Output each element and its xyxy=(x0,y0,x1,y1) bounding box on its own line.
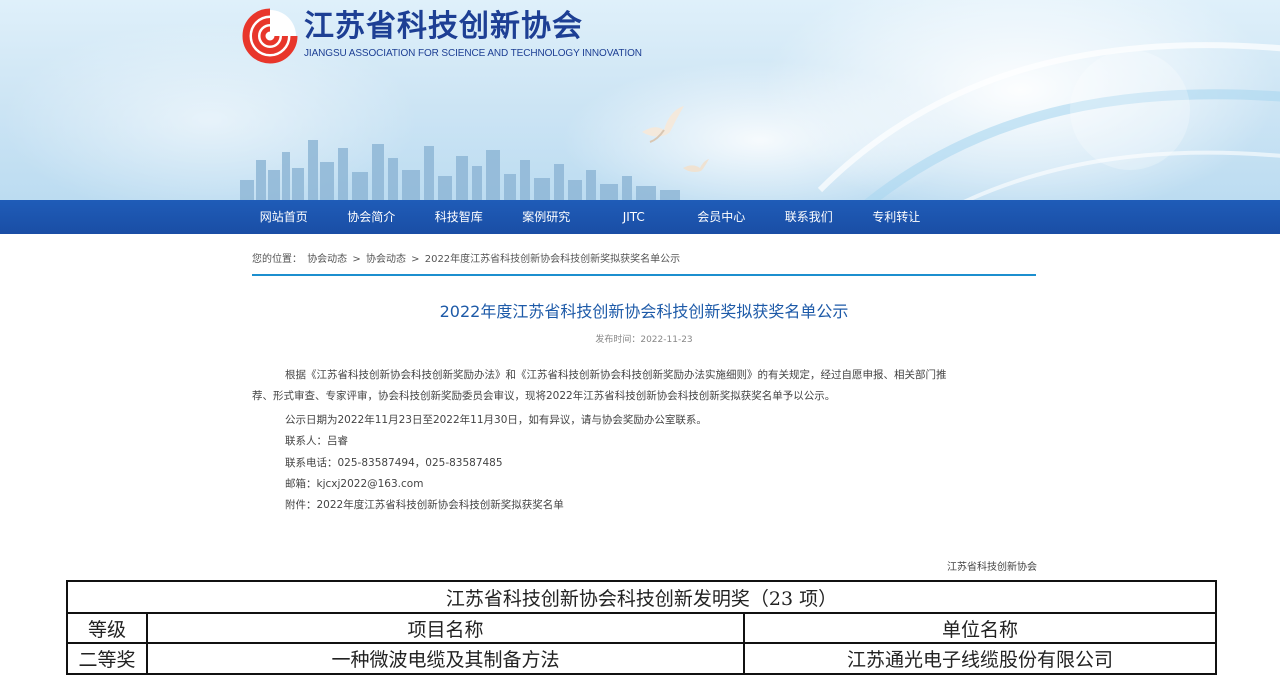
site-logo[interactable]: 江苏省科技创新协会 JIANGSU ASSOCIATION FOR SCIENC… xyxy=(242,8,642,64)
site-name-cn: 江苏省科技创新协会 xyxy=(304,9,583,44)
cell-grade: 二等奖 xyxy=(66,642,148,675)
attachment-link[interactable]: 附件：2022年度江苏省科技创新协会科技创新奖拟获奖名单 xyxy=(285,497,564,512)
nav-item-think-tank[interactable]: 科技智库 xyxy=(415,200,503,234)
cell-project: 一种微波电缆及其制备方法 xyxy=(146,642,745,675)
banner-swirl-decoration xyxy=(817,42,1280,200)
publish-date: 发布时间：2022-11-23 xyxy=(595,335,693,345)
city-skyline-graphic xyxy=(240,140,680,200)
nav-item-members[interactable]: 会员中心 xyxy=(678,200,766,234)
breadcrumb-prefix: 您的位置： xyxy=(252,254,302,265)
table-header-grade: 等级 xyxy=(66,612,148,644)
table-row: 二等奖 一种微波电缆及其制备方法 江苏通光电子线缆股份有限公司 xyxy=(66,642,1217,675)
header-banner: 江苏省科技创新协会 JIANGSU ASSOCIATION FOR SCIENC… xyxy=(0,0,1280,200)
main-nav: 网站首页 协会简介 科技智库 案例研究 JITC 会员中心 联系我们 专利转让 xyxy=(0,200,1280,234)
site-name-en: JIANGSU ASSOCIATION FOR SCIENCE AND TECH… xyxy=(304,48,642,59)
breadcrumb: 您的位置： 协会动态 > 协会动态 > 2022年度江苏省科技创新协会科技创新奖… xyxy=(252,250,682,265)
article-paragraph: 根据《江苏省科技创新协会科技创新奖励办法》和《江苏省科技创新协会科技创新奖励办法… xyxy=(252,365,1042,407)
award-table: 江苏省科技创新协会科技创新发明奖（23 项） 等级 项目名称 单位名称 二等奖 … xyxy=(66,580,1217,675)
breadcrumb-current[interactable]: 2022年度江苏省科技创新协会科技创新奖拟获奖名单公示 xyxy=(425,254,680,265)
nav-item-patent-transfer[interactable]: 专利转让 xyxy=(853,200,941,234)
article-signoff: 江苏省科技创新协会 xyxy=(947,562,1037,573)
notice-period: 公示日期为2022年11月23日至2022年11月30日，如有异议，请与协会奖励… xyxy=(285,414,707,426)
contact-email[interactable]: 邮箱：kjcxj2022@163.com xyxy=(285,476,423,491)
table-header-project: 项目名称 xyxy=(146,612,745,644)
nav-item-home[interactable]: 网站首页 xyxy=(240,200,328,234)
dove-icon xyxy=(642,106,684,143)
dove-icon xyxy=(683,159,709,172)
article-title: 2022年度江苏省科技创新协会科技创新奖拟获奖名单公示 xyxy=(439,302,849,321)
breadcrumb-separator: > xyxy=(352,254,361,265)
table-header-unit: 单位名称 xyxy=(743,612,1217,644)
paragraph-line: 根据《江苏省科技创新协会科技创新奖励办法》和《江苏省科技创新协会科技创新奖励办法… xyxy=(285,369,947,381)
breadcrumb-separator: > xyxy=(411,254,420,265)
breadcrumb-link[interactable]: 协会动态 xyxy=(366,254,406,265)
association-logo-icon xyxy=(242,8,298,64)
cell-unit: 江苏通光电子线缆股份有限公司 xyxy=(743,642,1217,675)
contact-phone: 联系电话：025-83587494，025-83587485 xyxy=(285,457,503,469)
breadcrumb-link[interactable]: 协会动态 xyxy=(307,254,347,265)
paragraph-line: 荐、形式审查、专家评审，协会科技创新奖励委员会审议，现将2022年江苏省科技创新… xyxy=(252,390,836,402)
content-divider xyxy=(252,274,1036,276)
award-table-caption: 江苏省科技创新协会科技创新发明奖（23 项） xyxy=(66,580,1217,614)
nav-item-about[interactable]: 协会简介 xyxy=(328,200,416,234)
contact-person: 联系人：吕睿 xyxy=(285,435,348,447)
nav-item-contact[interactable]: 联系我们 xyxy=(765,200,853,234)
nav-item-case-study[interactable]: 案例研究 xyxy=(503,200,591,234)
nav-item-jitc[interactable]: JITC xyxy=(590,200,678,234)
